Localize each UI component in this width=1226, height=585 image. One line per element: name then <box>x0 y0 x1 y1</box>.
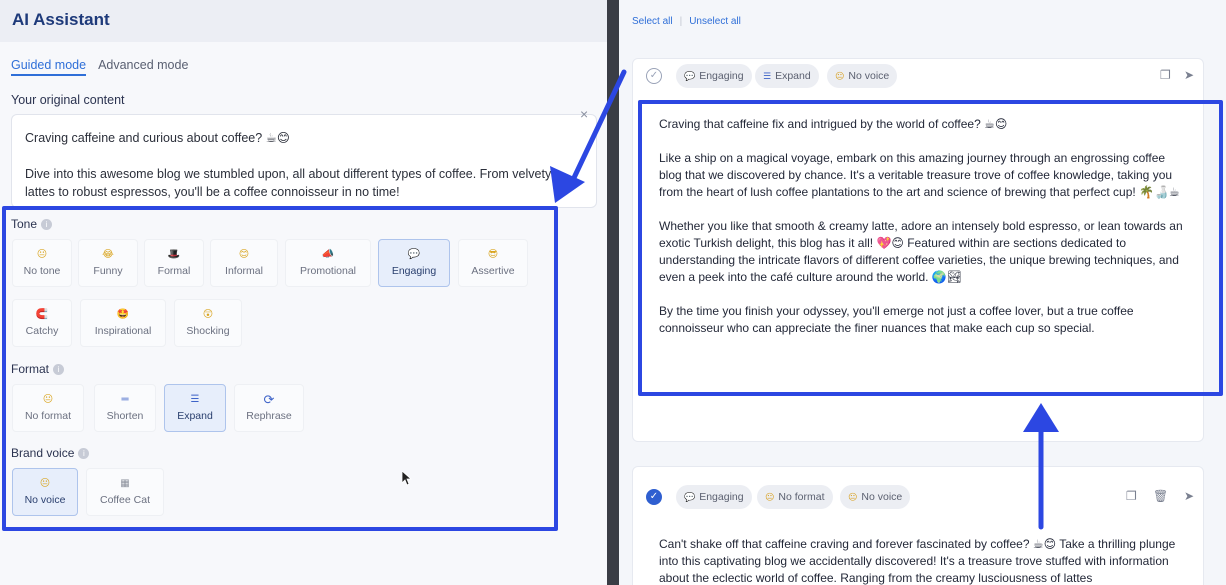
annotation-arrows <box>550 69 1059 530</box>
arrow-line-left <box>569 69 627 185</box>
arrow-head-left <box>550 166 585 203</box>
arrow-head-up <box>1023 403 1059 432</box>
